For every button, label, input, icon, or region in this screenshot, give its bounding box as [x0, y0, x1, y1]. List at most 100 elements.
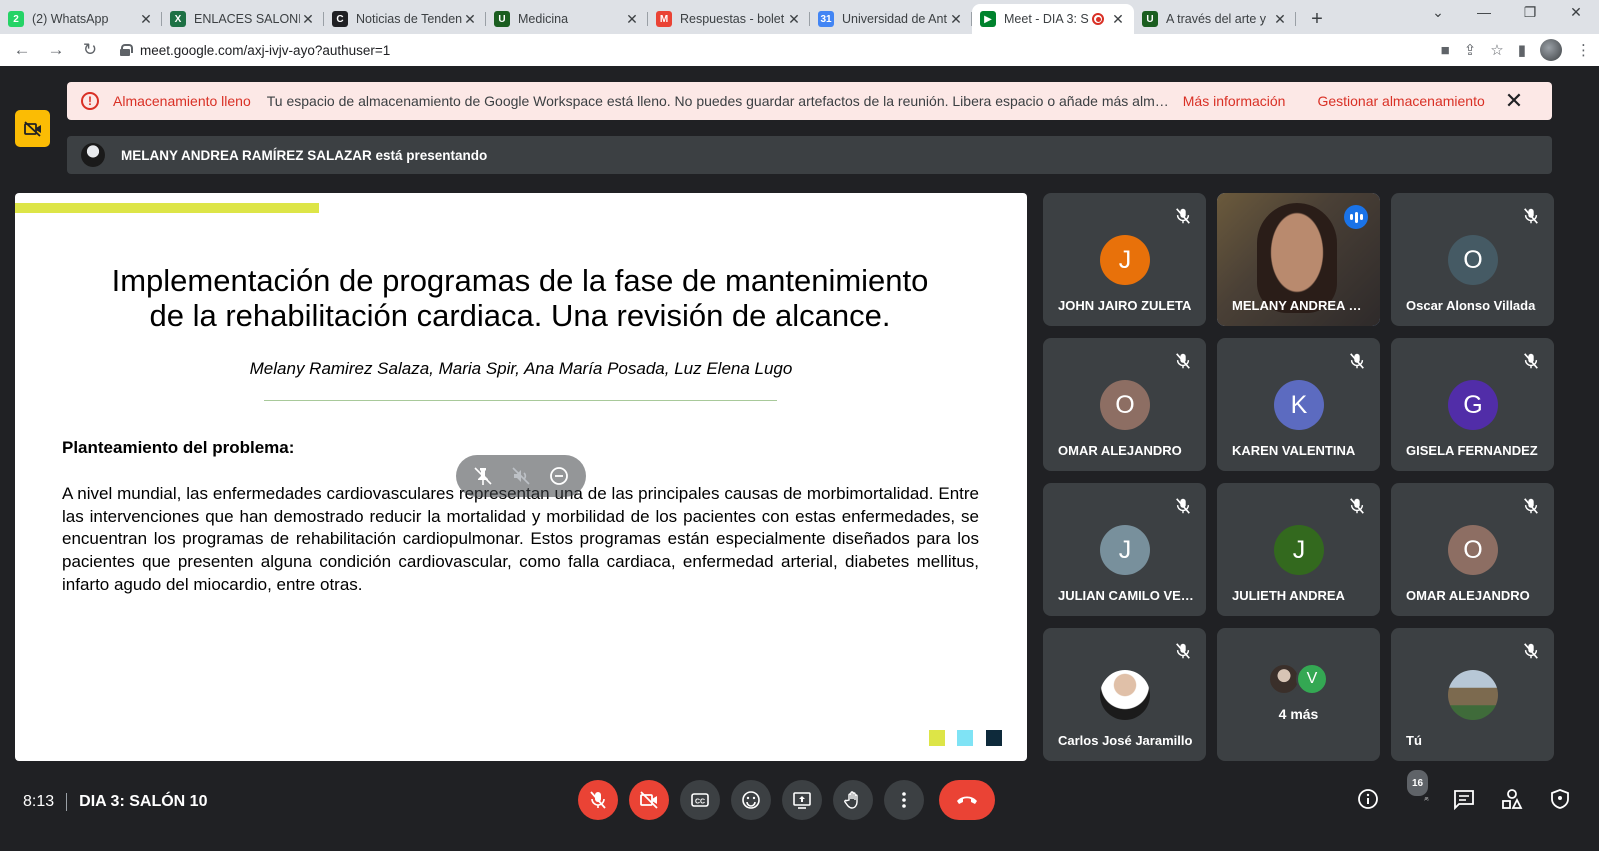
activities-icon[interactable]: [1499, 786, 1525, 812]
participant-name: Carlos José Jaramillo: [1058, 733, 1193, 748]
close-tab-icon[interactable]: ✕: [786, 11, 802, 28]
close-tab-icon[interactable]: ✕: [300, 11, 316, 28]
browser-tab-7[interactable]: ▶ Meet - DIA 3: S ✕: [972, 4, 1134, 34]
slide-title-line-1: Implementación de programas de la fase d…: [111, 263, 929, 298]
slide-square-1: [929, 730, 945, 746]
more-participants-avatars: V: [1268, 663, 1330, 697]
avatar: O: [1100, 380, 1150, 430]
presentation-slide: Implementación de programas de la fase d…: [15, 193, 1027, 761]
participant-name: OMAR ALEJANDRO: [1058, 443, 1182, 458]
new-tab-button[interactable]: +: [1302, 4, 1332, 34]
browser-tab-3[interactable]: C Noticias de Tenden ✕: [324, 4, 486, 34]
meeting-details-icon[interactable]: [1355, 786, 1381, 812]
bookmark-star-icon[interactable]: ☆: [1490, 41, 1503, 59]
avatar: J: [1274, 525, 1324, 575]
captions-button[interactable]: CC: [680, 780, 720, 820]
close-tab-icon[interactable]: ✕: [138, 11, 154, 28]
close-tab-icon[interactable]: ✕: [1272, 11, 1288, 28]
presenting-text: MELANY ANDREA RAMÍREZ SALAZAR está prese…: [121, 147, 488, 163]
slide-square-2: [957, 730, 973, 746]
people-icon[interactable]: 16: [1403, 770, 1429, 812]
back-button[interactable]: ←: [8, 36, 36, 64]
tab-title: Universidad de Ant: [842, 12, 947, 26]
participant-tile[interactable]: J JOHN JAIRO ZULETA: [1043, 193, 1206, 326]
manage-storage-link[interactable]: Gestionar almacenamiento: [1317, 93, 1484, 109]
raise-hand-button[interactable]: [833, 780, 873, 820]
browser-tab-4[interactable]: U Medicina ✕: [486, 4, 648, 34]
muted-mic-icon: [1522, 352, 1540, 370]
reload-button[interactable]: ↻: [76, 36, 104, 64]
participant-tile[interactable]: K KAREN VALENTINA: [1217, 338, 1380, 471]
participant-tile[interactable]: J JULIETH ANDREA: [1217, 483, 1380, 616]
emoji-reactions-button[interactable]: [731, 780, 771, 820]
avatar: O: [1448, 235, 1498, 285]
camera-icon[interactable]: ■: [1441, 42, 1450, 59]
forward-button[interactable]: →: [42, 36, 70, 64]
minimize-button[interactable]: —: [1461, 0, 1507, 28]
chat-icon[interactable]: [1451, 786, 1477, 812]
remove-presentation-icon[interactable]: [546, 463, 572, 489]
restore-button[interactable]: ❐: [1507, 0, 1553, 28]
presentation-hover-controls: [456, 455, 586, 497]
svg-text:CC: CC: [695, 799, 705, 806]
participant-name: JULIAN CAMILO VELEZ: [1058, 588, 1194, 603]
browser-tab-8[interactable]: U A través del arte y ✕: [1134, 4, 1296, 34]
separator: [66, 793, 68, 811]
present-screen-button[interactable]: [782, 780, 822, 820]
participant-tile[interactable]: Tú: [1391, 628, 1554, 761]
camera-off-button[interactable]: [629, 780, 669, 820]
host-controls-icon[interactable]: [1547, 786, 1573, 812]
avatar: O: [1448, 525, 1498, 575]
address-bar[interactable]: meet.google.com/axj-ivjv-ayo?authuser=1: [110, 36, 1433, 64]
tab-favicon-icon: 31: [818, 11, 834, 27]
browser-tab-2[interactable]: X ENLACES SALONES✕: [162, 4, 324, 34]
participant-tile[interactable]: O Oscar Alonso Villada: [1391, 193, 1554, 326]
speaking-indicator-icon: [1344, 205, 1368, 229]
close-window-button[interactable]: ✕: [1553, 0, 1599, 28]
browser-toolbar: ← → ↻ meet.google.com/axj-ivjv-ayo?authu…: [0, 34, 1599, 66]
participant-tile[interactable]: V 4 más: [1217, 628, 1380, 761]
leave-call-button[interactable]: [939, 780, 995, 820]
browser-menu-icon[interactable]: ⋮: [1576, 41, 1591, 59]
avatar: K: [1274, 380, 1324, 430]
muted-mic-icon: [1174, 352, 1192, 370]
close-banner-icon[interactable]: ✕: [1505, 90, 1523, 112]
participant-tile[interactable]: Carlos José Jaramillo: [1043, 628, 1206, 761]
participant-tile[interactable]: G GISELA FERNANDEZ: [1391, 338, 1554, 471]
share-icon[interactable]: ⇪: [1464, 41, 1477, 59]
microphone-off-button[interactable]: [578, 780, 618, 820]
participant-tile[interactable]: O OMAR ALEJANDRO: [1043, 338, 1206, 471]
close-tab-icon[interactable]: ✕: [1110, 11, 1126, 28]
tab-title: A través del arte y: [1166, 12, 1267, 26]
close-tab-icon[interactable]: ✕: [948, 11, 964, 28]
avatar: [1100, 670, 1150, 720]
banner-title: Almacenamiento lleno: [113, 93, 251, 109]
unpin-icon[interactable]: [470, 463, 496, 489]
participant-tile[interactable]: MELANY ANDREA RAMÍREZ: [1217, 193, 1380, 326]
participant-name: Oscar Alonso Villada: [1406, 298, 1536, 313]
browser-tab-5[interactable]: M Respuestas - bolet ✕: [648, 4, 810, 34]
mute-presentation-icon[interactable]: [508, 463, 534, 489]
browser-tab-strip: 2(2) WhatsApp✕XENLACES SALONES✕CNoticias…: [0, 0, 1599, 34]
participant-tile[interactable]: O OMAR ALEJANDRO: [1391, 483, 1554, 616]
browser-tab-6[interactable]: 31 Universidad de Ant ✕: [810, 4, 972, 34]
muted-mic-icon: [1174, 207, 1192, 225]
camera-off-indicator-icon[interactable]: [15, 110, 50, 147]
participant-tile[interactable]: J JULIAN CAMILO VELEZ: [1043, 483, 1206, 616]
more-info-link[interactable]: Más información: [1183, 93, 1286, 109]
lock-icon: [120, 44, 133, 56]
profile-avatar[interactable]: [1540, 39, 1562, 61]
close-tab-icon[interactable]: ✕: [624, 11, 640, 28]
banner-message: Tu espacio de almacenamiento de Google W…: [266, 93, 1175, 109]
tab-favicon-icon: U: [1142, 11, 1158, 27]
tab-favicon-icon: 2: [8, 11, 24, 27]
muted-mic-icon: [1348, 497, 1366, 515]
browser-tab-1[interactable]: 2 (2) WhatsApp ✕: [0, 4, 162, 34]
close-tab-icon[interactable]: ✕: [462, 11, 478, 28]
tab-search-icon[interactable]: ⌄: [1415, 0, 1461, 28]
slide-section-title: Planteamiento del problema:: [62, 438, 295, 457]
side-panel-icon[interactable]: ▮: [1518, 41, 1526, 59]
participant-video-face: [1257, 203, 1337, 313]
slide-accent-bar: [15, 203, 319, 213]
more-options-button[interactable]: [884, 780, 924, 820]
